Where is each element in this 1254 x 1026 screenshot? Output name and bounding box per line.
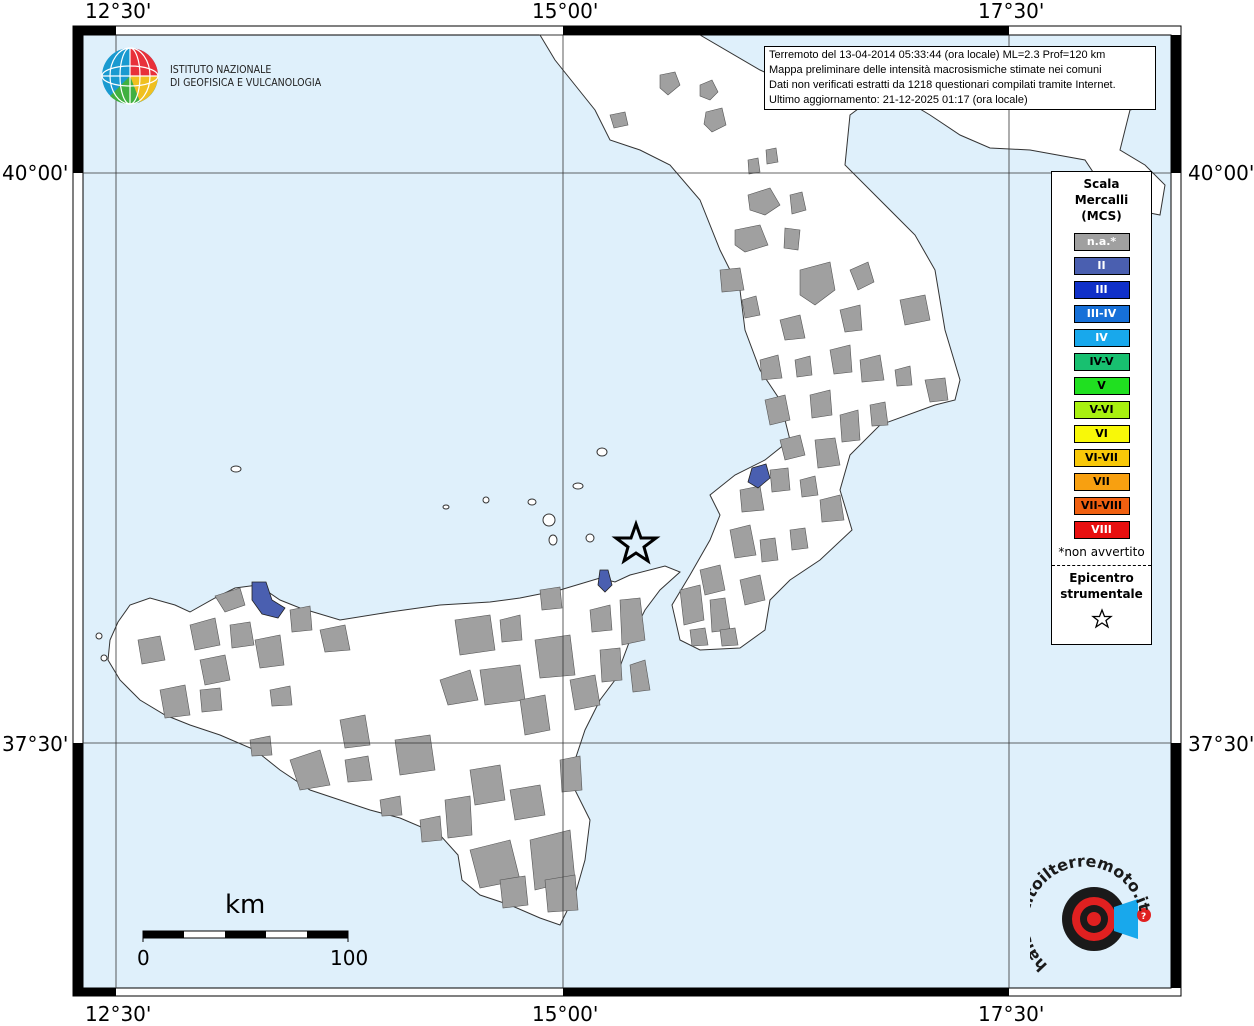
legend-item-3: III-IV (1073, 305, 1130, 323)
legend-epicenter-line1: Epicentro (1069, 571, 1134, 585)
legend-item-7: V-VI (1073, 401, 1130, 419)
legend-epicenter-line2: strumentale (1060, 587, 1143, 601)
scale-unit-label: km (225, 890, 266, 920)
legend-item-6: V (1073, 377, 1130, 395)
legend-item-10: VII (1073, 473, 1130, 491)
ingv-globe-icon (101, 47, 159, 105)
legend-title-line3: (MCS) (1081, 209, 1122, 223)
lon-label-top-right: 17°30' (978, 0, 1045, 23)
scale-start-label: 0 (137, 946, 150, 970)
island (100, 654, 108, 662)
legend-title-line2: Mercalli (1074, 193, 1129, 207)
legend-item-4: IV (1073, 329, 1130, 347)
event-info-line4: Ultimo aggiornamento: 21-12-2025 01:17 (… (769, 94, 1028, 106)
island (572, 482, 584, 490)
legend-separator (1052, 565, 1151, 566)
legend-note: *non avvertito (1058, 545, 1145, 559)
lon-label-top-mid: 15°00' (532, 0, 599, 23)
ingv-name-line1: ISTITUTO NAZIONALE (170, 63, 272, 76)
legend-item-5: IV-V (1073, 353, 1130, 371)
island (585, 533, 595, 543)
legend-star-icon (1052, 608, 1151, 633)
event-info-line2: Mappa preliminare delle intensità macros… (769, 64, 1102, 76)
legend-title: Scala Mercalli (MCS) (1052, 176, 1151, 224)
legend-item-1: II (1073, 257, 1130, 275)
legend-item-9: VI-VII (1073, 449, 1130, 467)
island (548, 534, 558, 546)
ingv-logo: ISTITUTO NAZIONALE DI GEOFISICA E VULCAN… (100, 46, 346, 106)
legend-item-8: VI (1073, 425, 1130, 443)
sea-area (82, 34, 1172, 989)
lon-label-top-left: 12°30' (85, 0, 152, 23)
lat-label-right-upper: 40°00' (1188, 161, 1254, 185)
event-info-box: Terremoto del 13-04-2014 05:33:44 (ora l… (764, 46, 1156, 110)
island (527, 498, 537, 506)
island (482, 496, 490, 504)
haisentito-logo: ? haisentitoilterremoto.it (1013, 851, 1160, 989)
lat-label-left-upper: 40°00' (2, 161, 69, 185)
legend-title-line1: Scala (1083, 177, 1120, 191)
event-info-line1: Terremoto del 13-04-2014 05:33:44 (ora l… (769, 49, 1106, 61)
island (442, 504, 450, 510)
haisentito-seismograph-icon: ? haisentitoilterremoto.it (1013, 851, 1154, 975)
intensity-legend: Scala Mercalli (MCS) n.a.* II III III-IV IV I… (1051, 171, 1152, 645)
legend-item-0: n.a.* (1073, 233, 1130, 251)
ingv-name-line2: DI GEOFISICA E VULCANOLOGIA (170, 76, 322, 89)
lon-label-bottom-mid: 15°00' (532, 1002, 599, 1026)
svg-text:?: ? (1141, 912, 1146, 922)
island (542, 513, 556, 527)
legend-item-2: III (1073, 281, 1130, 299)
lat-label-right-lower: 37°30' (1188, 732, 1254, 756)
island (230, 465, 242, 473)
legend-item-12: VIII (1073, 521, 1130, 539)
legend-epicenter-label: Epicentro strumentale (1052, 570, 1151, 602)
lon-label-bottom-left: 12°30' (85, 1002, 152, 1026)
legend-items: n.a.* II III III-IV IV IV-V V V-VI VI VI-VII VII VI… (1052, 233, 1151, 539)
scale-end-label: 100 (330, 946, 369, 970)
island (596, 447, 608, 457)
event-info-line3: Dati non verificati estratti da 1218 que… (769, 79, 1116, 91)
island (95, 632, 103, 640)
legend-item-11: VII-VIII (1073, 497, 1130, 515)
lat-label-left-lower: 37°30' (2, 732, 69, 756)
lon-label-bottom-right: 17°30' (978, 1002, 1045, 1026)
